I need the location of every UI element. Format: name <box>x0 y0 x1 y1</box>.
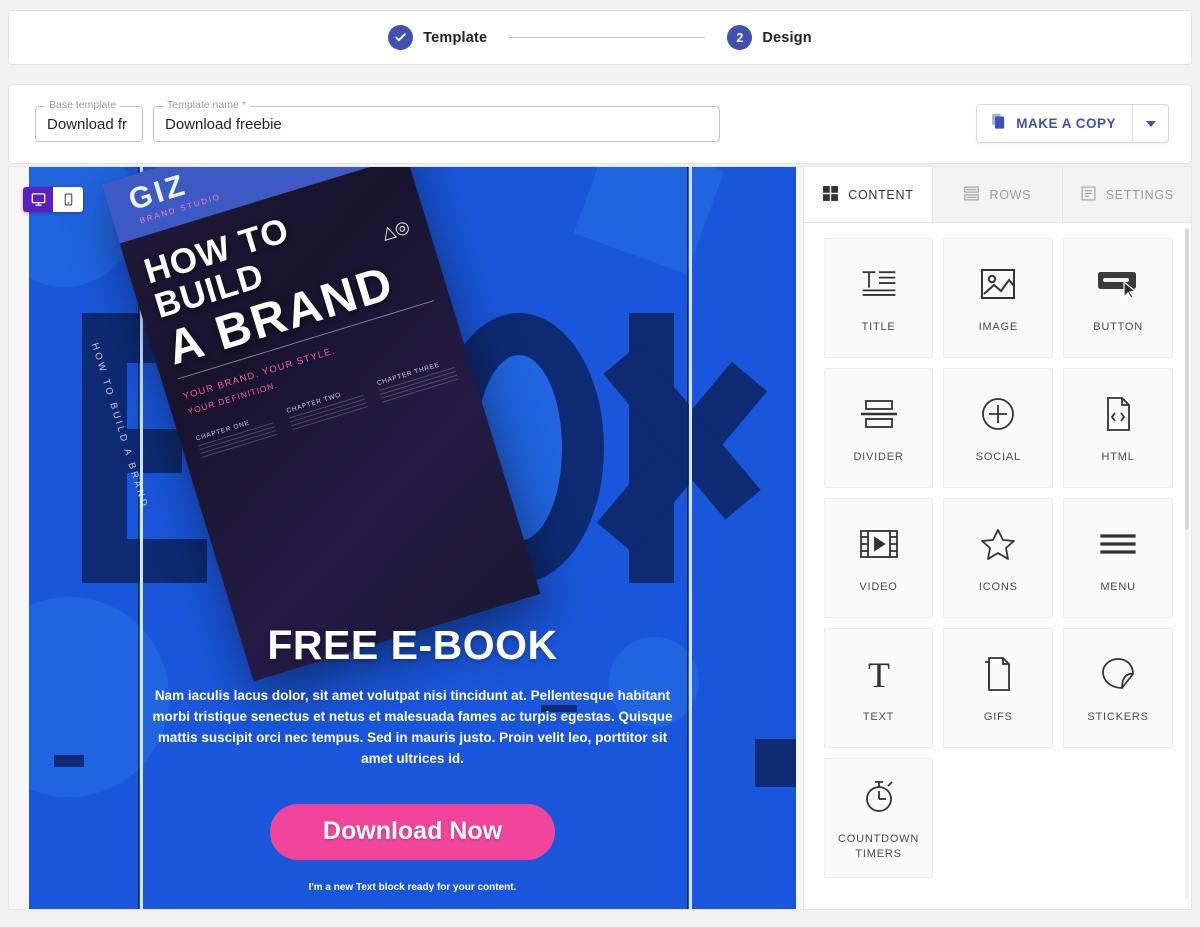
hamburger-icon <box>1099 522 1137 566</box>
block-html-label: HTML <box>1101 450 1135 463</box>
ebook-cover: GIZ BRAND STUDIO HOW TO BUILD A BRAND △◎… <box>89 167 541 682</box>
ebook-chapter: CHAPTER TWO <box>286 385 369 433</box>
title-icon <box>859 262 899 306</box>
email-canvas[interactable]: GIZ BRAND STUDIO HOW TO BUILD A BRAND △◎… <box>9 167 803 909</box>
block-menu-label: MENU <box>1100 580 1136 593</box>
block-menu[interactable]: MENU <box>1063 498 1173 618</box>
check-icon <box>388 25 414 50</box>
hero-image-block[interactable]: GIZ BRAND STUDIO HOW TO BUILD A BRAND △◎… <box>89 167 561 689</box>
block-button-label: BUTTON <box>1093 320 1144 333</box>
block-title[interactable]: TITLE <box>823 238 934 358</box>
block-social-label: SOCIAL <box>975 450 1021 463</box>
chevron-down-icon <box>1145 120 1156 127</box>
make-a-copy-group: MAKE A COPY <box>976 104 1169 143</box>
sticker-icon <box>1100 652 1136 696</box>
stepper: Template 2 Design <box>388 25 812 50</box>
template-name-field[interactable]: Template name * Download freebie <box>153 99 720 142</box>
block-text-label: TEXT <box>862 710 895 723</box>
svg-text:T: T <box>868 656 890 692</box>
tab-content-label: CONTENT <box>848 187 914 202</box>
stepper-card: Template 2 Design <box>8 10 1192 65</box>
ebook-chapter: CHAPTER THREE <box>376 357 459 405</box>
block-countdown-label: COUNTDOWN TIMERS <box>837 833 920 860</box>
sidebar-scrollbar-thumb[interactable] <box>1185 229 1189 529</box>
make-a-copy-button[interactable]: MAKE A COPY <box>977 105 1133 142</box>
tab-rows[interactable]: ROWS <box>933 167 1063 222</box>
video-icon <box>859 522 899 566</box>
hero-paragraph[interactable]: Nam iaculis lacus dolor, sit amet volutp… <box>153 686 673 770</box>
editor-main: GIZ BRAND STUDIO HOW TO BUILD A BRAND △◎… <box>8 166 1192 910</box>
block-video[interactable]: VIDEO <box>823 498 934 618</box>
grid-icon <box>822 185 839 205</box>
stepper-connector <box>509 37 706 38</box>
make-a-copy-label: MAKE A COPY <box>1016 116 1116 131</box>
block-button[interactable]: BUTTON <box>1063 238 1173 358</box>
block-video-label: VIDEO <box>859 580 898 593</box>
block-stickers[interactable]: STICKERS <box>1063 628 1173 748</box>
tab-settings-label: SETTINGS <box>1105 187 1174 202</box>
divider-icon <box>860 392 898 436</box>
copy-icon <box>990 113 1007 135</box>
block-text[interactable]: T TEXT <box>823 628 934 748</box>
desktop-icon <box>31 193 45 206</box>
make-a-copy-dropdown[interactable] <box>1133 105 1168 142</box>
mobile-preview-button[interactable] <box>53 187 83 212</box>
block-stickers-label: STICKERS <box>1087 710 1149 723</box>
step-template-label: Template <box>423 29 488 46</box>
text-t-icon: T <box>862 652 896 696</box>
mobile-icon <box>64 193 72 206</box>
sidebar-tabs: CONTENT ROWS SETTINGS <box>803 167 1191 223</box>
block-image-label: IMAGE <box>978 320 1019 333</box>
tab-rows-label: ROWS <box>989 187 1032 202</box>
block-divider[interactable]: DIVIDER <box>823 368 934 488</box>
download-now-button[interactable]: Download Now <box>270 803 555 860</box>
toolbar-card: Base template Download fr Template name … <box>8 84 1192 164</box>
editor-sidebar: CONTENT ROWS SETTINGS TITLE IMAGE BUTTON… <box>802 167 1191 909</box>
block-countdown-timers[interactable]: COUNTDOWN TIMERS <box>823 758 934 878</box>
block-icons[interactable]: ICONS <box>943 498 1054 618</box>
step-design-label: Design <box>762 29 812 46</box>
hero-heading[interactable]: FREE E-BOOK <box>93 622 732 669</box>
tab-settings[interactable]: SETTINGS <box>1062 167 1191 222</box>
ebook-chapter: CHAPTER ONE <box>195 413 278 461</box>
timer-icon <box>862 774 896 818</box>
hero-note-text[interactable]: I'm a new Text block ready for your cont… <box>93 882 732 893</box>
block-social[interactable]: SOCIAL <box>943 368 1054 488</box>
desktop-preview-button[interactable] <box>23 187 53 212</box>
tab-content[interactable]: CONTENT <box>803 167 934 222</box>
plus-circle-icon <box>980 392 1016 436</box>
block-icons-label: ICONS <box>978 580 1018 593</box>
base-template-value: Download fr <box>47 115 128 133</box>
block-gifs[interactable]: GIFS <box>943 628 1054 748</box>
star-icon <box>980 522 1016 566</box>
block-divider-label: DIVIDER <box>853 450 904 463</box>
base-template-field[interactable]: Base template Download fr <box>35 99 143 142</box>
base-template-legend: Base template <box>45 99 121 111</box>
block-gifs-label: GIFS <box>983 710 1013 723</box>
button-icon <box>1097 262 1139 306</box>
step-design[interactable]: 2 Design <box>727 25 812 50</box>
code-file-icon <box>1103 392 1133 436</box>
settings-doc-icon <box>1080 185 1097 205</box>
hero-content: FREE E-BOOK Nam iaculis lacus dolor, sit… <box>29 622 796 893</box>
template-name-legend: Template name * <box>163 99 250 111</box>
content-blocks-grid: TITLE IMAGE BUTTON DIVIDER SOCIAL HTML V… <box>804 223 1191 909</box>
step-template[interactable]: Template <box>388 25 487 50</box>
rows-icon <box>963 185 980 205</box>
image-icon <box>980 262 1016 306</box>
device-preview-toggle <box>23 187 83 212</box>
template-name-value: Download freebie <box>165 115 282 133</box>
ebook-chapter-columns: CHAPTER ONE CHAPTER TWO CHAPTER THREE <box>195 357 459 460</box>
step-design-number: 2 <box>727 25 753 50</box>
block-title-label: TITLE <box>861 320 896 333</box>
block-html[interactable]: HTML <box>1063 368 1173 488</box>
gif-file-icon <box>983 652 1013 696</box>
block-image[interactable]: IMAGE <box>943 238 1054 358</box>
email-body[interactable]: GIZ BRAND STUDIO HOW TO BUILD A BRAND △◎… <box>29 167 796 909</box>
